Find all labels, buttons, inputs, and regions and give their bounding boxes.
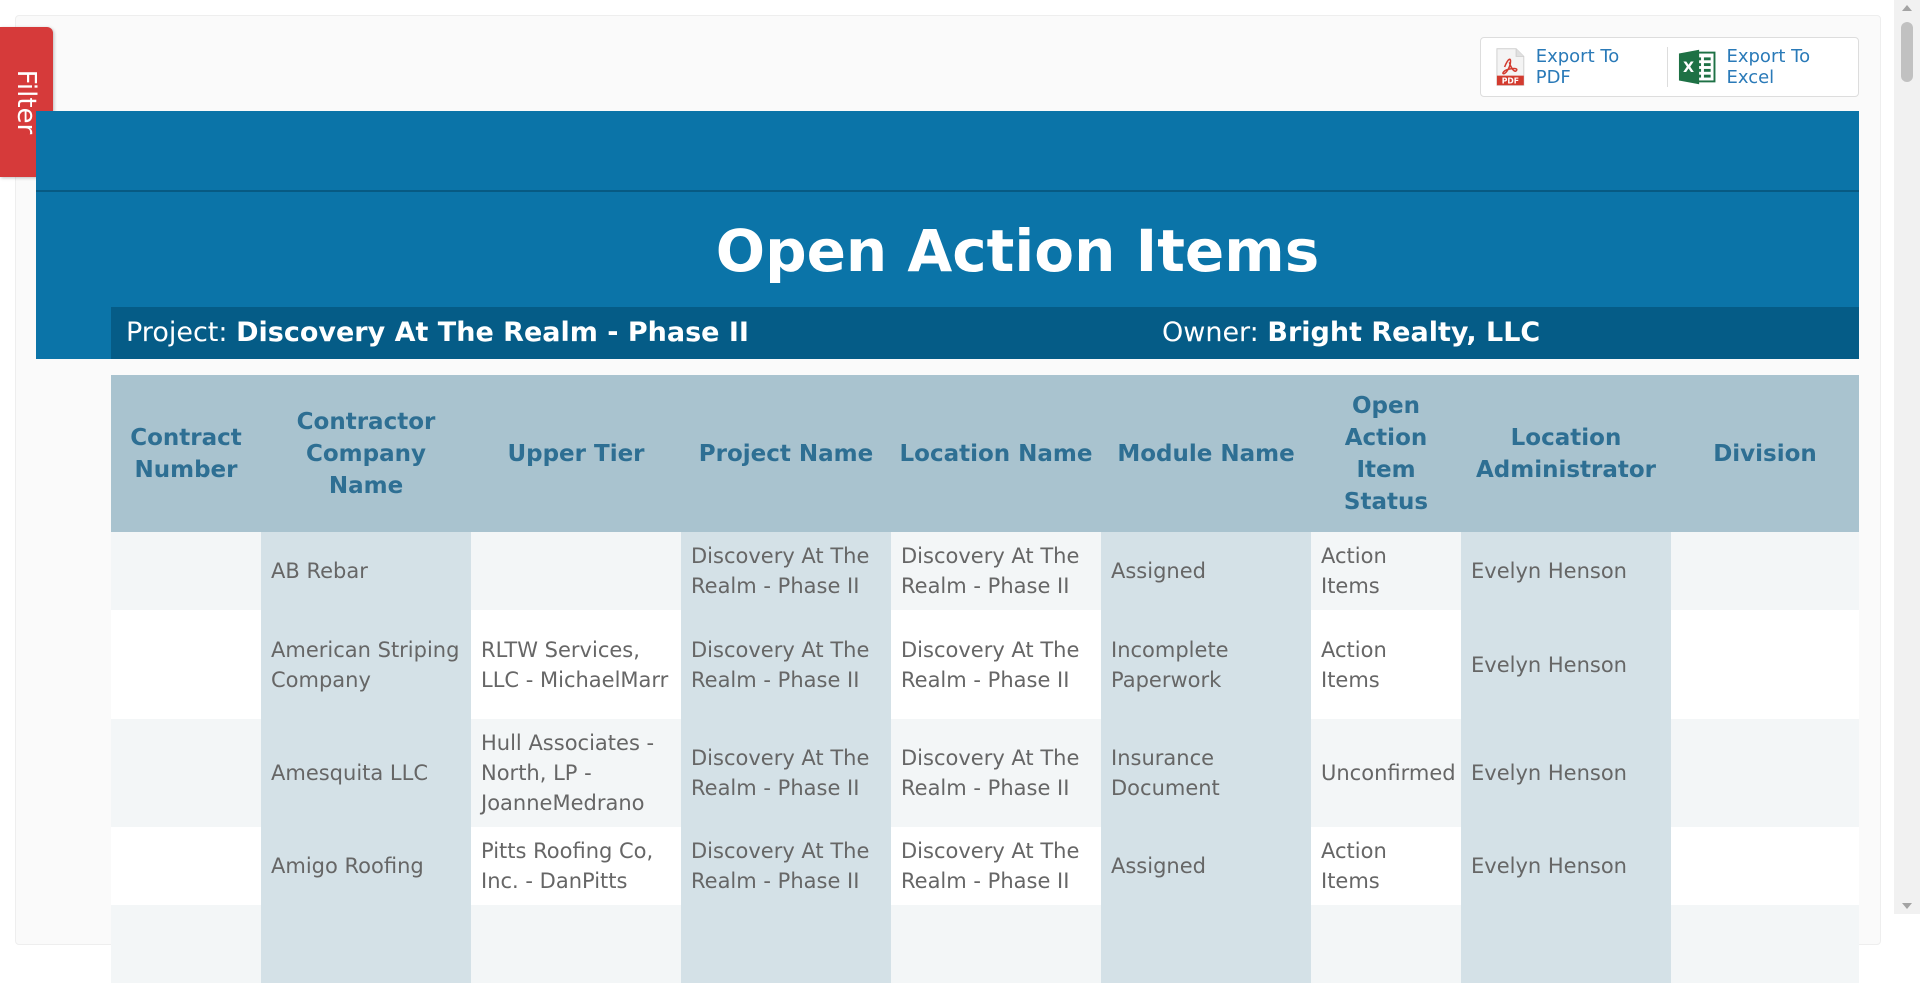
banner-divider xyxy=(36,190,1859,192)
table-cell xyxy=(1101,905,1311,983)
table-row[interactable] xyxy=(111,905,1859,983)
table-row[interactable]: AB Rebar Discovery At The Realm - Phase … xyxy=(111,532,1859,610)
table-cell: Discovery At The Realm - Phase II xyxy=(891,610,1101,719)
table-cell xyxy=(471,905,681,983)
table-header-row: Contract Number Contractor Company Name … xyxy=(111,375,1859,532)
table-cell xyxy=(1671,532,1859,610)
table-cell: Discovery At The Realm - Phase II xyxy=(681,827,891,905)
excel-file-icon: X xyxy=(1679,49,1716,85)
action-items-table: Contract Number Contractor Company Name … xyxy=(111,375,1859,983)
column-header[interactable]: Contractor Company Name xyxy=(261,375,471,532)
table-cell: Incomplete Paperwork xyxy=(1101,610,1311,719)
table-cell xyxy=(261,905,471,983)
table-cell: Discovery At The Realm - Phase II xyxy=(891,532,1101,610)
export-pdf-label: Export To PDF xyxy=(1535,46,1620,88)
column-header[interactable]: Location Name xyxy=(891,375,1101,532)
table-row[interactable]: Amigo Roofing Pitts Roofing Co, Inc. - D… xyxy=(111,827,1859,905)
table-cell: Pitts Roofing Co, Inc. - DanPitts xyxy=(471,827,681,905)
table-cell xyxy=(1671,905,1859,983)
column-header[interactable]: Contract Number xyxy=(111,375,261,532)
table-cell: American Striping Company xyxy=(261,610,471,719)
column-header[interactable]: Division xyxy=(1671,375,1859,532)
table-cell xyxy=(111,719,261,827)
pdf-file-icon: PDF xyxy=(1496,48,1525,86)
scroll-down-arrow-icon[interactable] xyxy=(1902,903,1912,909)
table-cell: RLTW Services, LLC - MichaelMarr xyxy=(471,610,681,719)
export-excel-button[interactable]: X Export To Excel xyxy=(1678,38,1858,96)
table-cell: AB Rebar xyxy=(261,532,471,610)
export-toolbar: PDF Export To PDF X Export To Excel xyxy=(1480,37,1859,97)
vertical-scrollbar[interactable] xyxy=(1894,0,1920,914)
table-cell xyxy=(1311,905,1461,983)
export-pdf-button[interactable]: PDF Export To PDF xyxy=(1495,38,1655,96)
table-cell: Amesquita LLC xyxy=(261,719,471,827)
project-label: Project: xyxy=(126,317,228,348)
table-cell xyxy=(891,905,1101,983)
table-row[interactable]: American Striping Company RLTW Services,… xyxy=(111,610,1859,719)
table-cell xyxy=(111,827,261,905)
owner-label: Owner: xyxy=(1162,317,1259,348)
owner-value: Bright Realty, LLC xyxy=(1267,317,1541,348)
project-value: Discovery At The Realm - Phase II xyxy=(236,317,749,348)
scrollbar-thumb[interactable] xyxy=(1901,22,1913,82)
scroll-up-arrow-icon[interactable] xyxy=(1902,5,1912,11)
table-cell xyxy=(681,905,891,983)
column-header[interactable]: Upper Tier xyxy=(471,375,681,532)
column-header[interactable]: Project Name xyxy=(681,375,891,532)
table-cell xyxy=(111,532,261,610)
table-cell: Assigned xyxy=(1101,827,1311,905)
table-cell: Discovery At The Realm - Phase II xyxy=(891,827,1101,905)
table-cell: Discovery At The Realm - Phase II xyxy=(681,610,891,719)
table-cell: Assigned xyxy=(1101,532,1311,610)
table-cell: Evelyn Henson xyxy=(1461,532,1671,610)
report-info-bar: Project: Discovery At The Realm - Phase … xyxy=(111,307,1859,359)
owner-info: Owner: Bright Realty, LLC xyxy=(1162,317,1540,348)
export-excel-label: Export To Excel xyxy=(1726,46,1811,88)
table-row[interactable]: Amesquita LLC Hull Associates - North, L… xyxy=(111,719,1859,827)
table-cell: Action Items xyxy=(1311,610,1461,719)
table-cell: Amigo Roofing xyxy=(261,827,471,905)
table-cell xyxy=(111,905,261,983)
export-divider xyxy=(1667,47,1669,87)
table-cell: Unconfirmed xyxy=(1311,719,1461,827)
table-cell: Evelyn Henson xyxy=(1461,719,1671,827)
column-header[interactable]: Open Action Item Status xyxy=(1311,375,1461,532)
table-cell xyxy=(1671,827,1859,905)
table-cell: Insurance Document xyxy=(1101,719,1311,827)
table-cell xyxy=(1461,905,1671,983)
table-cell: Evelyn Henson xyxy=(1461,610,1671,719)
column-header[interactable]: Module Name xyxy=(1101,375,1311,532)
table-cell: Discovery At The Realm - Phase II xyxy=(681,532,891,610)
report-banner: Open Action Items Project: Discovery At … xyxy=(36,111,1859,359)
table-cell: Discovery At The Realm - Phase II xyxy=(681,719,891,827)
table-cell: Discovery At The Realm - Phase II xyxy=(891,719,1101,827)
column-header[interactable]: Location Administrator xyxy=(1461,375,1671,532)
table-cell xyxy=(1671,719,1859,827)
report-title: Open Action Items xyxy=(715,217,1320,285)
table-cell: Evelyn Henson xyxy=(1461,827,1671,905)
project-info: Project: Discovery At The Realm - Phase … xyxy=(126,317,749,348)
table-cell: Hull Associates - North, LP - JoanneMedr… xyxy=(471,719,681,827)
table-cell xyxy=(471,532,681,610)
table-cell: Action Items xyxy=(1311,532,1461,610)
svg-text:X: X xyxy=(1683,60,1694,76)
table-cell xyxy=(111,610,261,719)
table-cell: Action Items xyxy=(1311,827,1461,905)
table-cell xyxy=(1671,610,1859,719)
svg-text:PDF: PDF xyxy=(1502,76,1519,85)
